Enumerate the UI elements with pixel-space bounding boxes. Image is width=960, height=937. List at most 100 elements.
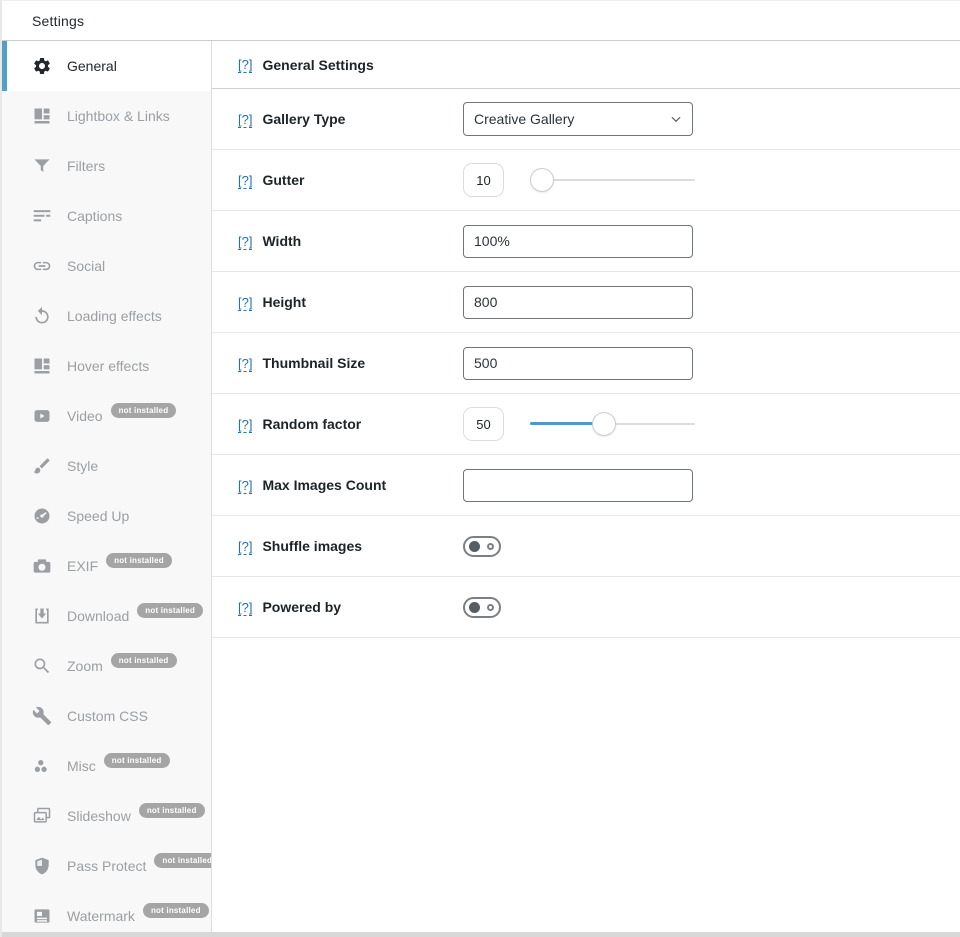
magnifier-icon — [32, 656, 52, 676]
setting-row-width: [?] Width — [212, 211, 960, 272]
sidebar-item-label: Download — [67, 608, 129, 624]
height-input[interactable] — [463, 286, 693, 319]
sidebar-item-label: Speed Up — [67, 508, 129, 524]
help-link[interactable]: [?] — [238, 57, 252, 72]
sidebar-item-misc[interactable]: Misc not installed — [2, 741, 211, 791]
gutter-value-input[interactable] — [463, 163, 504, 197]
window-bottom-edge — [2, 932, 960, 937]
powered-by-toggle[interactable] — [463, 597, 501, 618]
not-installed-badge: not installed — [111, 653, 177, 668]
sidebar-item-pass-protect[interactable]: Pass Protect not installed — [2, 841, 211, 891]
window-titlebar: Settings — [2, 1, 960, 41]
setting-label: Gutter — [262, 172, 304, 188]
setting-row-thumbnail-size: [?] Thumbnail Size — [212, 333, 960, 394]
sidebar-item-label: Zoom — [67, 658, 103, 674]
sidebar-item-watermark[interactable]: Watermark not installed — [2, 891, 211, 933]
section-title: General Settings — [262, 57, 373, 73]
toggle-off-indicator — [487, 543, 494, 550]
not-installed-badge: not installed — [154, 853, 212, 868]
setting-row-gallery-type: [?] Gallery Type Creative Gallery — [212, 89, 960, 150]
gutter-slider[interactable] — [530, 168, 695, 192]
wrench-icon — [32, 706, 52, 726]
dots-icon — [32, 756, 52, 776]
settings-content: [?] General Settings [?] Gallery Type Cr… — [212, 41, 960, 933]
setting-label: Height — [262, 294, 306, 310]
not-installed-badge: not installed — [111, 403, 177, 418]
speedometer-icon — [32, 506, 52, 526]
not-installed-badge: not installed — [137, 603, 203, 618]
sidebar-item-exif[interactable]: EXIF not installed — [2, 541, 211, 591]
setting-row-gutter: [?] Gutter — [212, 150, 960, 211]
setting-label: Width — [262, 233, 301, 249]
help-link[interactable]: [?] — [238, 600, 252, 615]
sidebar-item-zoom[interactable]: Zoom not installed — [2, 641, 211, 691]
help-link[interactable]: [?] — [238, 173, 252, 188]
not-installed-badge: not installed — [104, 753, 170, 768]
sidebar-item-slideshow[interactable]: Slideshow not installed — [2, 791, 211, 841]
random-factor-slider[interactable] — [530, 412, 695, 436]
sidebar-item-label: Filters — [67, 158, 105, 174]
sidebar-item-style[interactable]: Style — [2, 441, 211, 491]
help-link[interactable]: [?] — [238, 417, 252, 432]
sidebar-item-label: Video — [67, 408, 103, 424]
grid-layout-icon — [32, 356, 52, 376]
thumbnail-size-input[interactable] — [463, 347, 693, 380]
sidebar-item-hover-effects[interactable]: Hover effects — [2, 341, 211, 391]
sidebar-item-label: Captions — [67, 208, 122, 224]
help-link[interactable]: [?] — [238, 295, 252, 310]
camera-icon — [32, 556, 52, 576]
setting-label: Shuffle images — [262, 538, 362, 554]
setting-row-height: [?] Height — [212, 272, 960, 333]
help-link[interactable]: [?] — [238, 112, 252, 127]
not-installed-badge: not installed — [143, 903, 209, 918]
shuffle-images-toggle[interactable] — [463, 536, 501, 557]
setting-label: Max Images Count — [262, 477, 386, 493]
slider-handle[interactable] — [592, 412, 616, 436]
sidebar-item-label: Watermark — [67, 908, 135, 924]
help-link[interactable]: [?] — [238, 356, 252, 371]
not-installed-badge: not installed — [139, 803, 205, 818]
random-factor-value-input[interactable] — [463, 407, 504, 441]
settings-window: Settings General Lightbox & Links Filter… — [0, 0, 960, 937]
sidebar-item-label: Style — [67, 458, 98, 474]
sidebar-item-label: General — [67, 58, 117, 74]
sidebar-item-lightbox-links[interactable]: Lightbox & Links — [2, 91, 211, 141]
sidebar-item-general[interactable]: General — [2, 41, 211, 91]
setting-row-shuffle-images: [?] Shuffle images — [212, 516, 960, 577]
sidebar-item-custom-css[interactable]: Custom CSS — [2, 691, 211, 741]
window-title: Settings — [32, 13, 84, 29]
settings-sidebar: General Lightbox & Links Filters Caption… — [2, 41, 212, 933]
width-input[interactable] — [463, 225, 693, 258]
brush-icon — [32, 456, 52, 476]
sidebar-item-label: Social — [67, 258, 105, 274]
help-link[interactable]: [?] — [238, 234, 252, 249]
sidebar-item-video[interactable]: Video not installed — [2, 391, 211, 441]
slider-handle[interactable] — [530, 168, 554, 192]
sidebar-item-filters[interactable]: Filters — [2, 141, 211, 191]
toggle-knob — [469, 541, 480, 552]
sidebar-item-label: Lightbox & Links — [67, 108, 170, 124]
section-header: [?] General Settings — [212, 41, 960, 89]
toggle-off-indicator — [487, 604, 494, 611]
shield-icon — [32, 856, 52, 876]
not-installed-badge: not installed — [106, 553, 172, 568]
max-images-count-input[interactable] — [463, 469, 693, 502]
sidebar-item-loading-effects[interactable]: Loading effects — [2, 291, 211, 341]
sidebar-item-label: Slideshow — [67, 808, 131, 824]
help-link[interactable]: [?] — [238, 478, 252, 493]
watermark-icon — [32, 906, 52, 926]
sidebar-item-download[interactable]: Download not installed — [2, 591, 211, 641]
captions-icon — [32, 206, 52, 226]
funnel-icon — [32, 156, 52, 176]
sidebar-item-label: Custom CSS — [67, 708, 148, 724]
slideshow-icon — [32, 806, 52, 826]
setting-label: Powered by — [262, 599, 341, 615]
help-link[interactable]: [?] — [238, 539, 252, 554]
setting-label: Thumbnail Size — [262, 355, 365, 371]
sidebar-item-speed-up[interactable]: Speed Up — [2, 491, 211, 541]
grid-layout-icon — [32, 106, 52, 126]
link-icon — [32, 256, 52, 276]
sidebar-item-social[interactable]: Social — [2, 241, 211, 291]
gallery-type-select[interactable]: Creative Gallery — [463, 102, 693, 136]
sidebar-item-captions[interactable]: Captions — [2, 191, 211, 241]
